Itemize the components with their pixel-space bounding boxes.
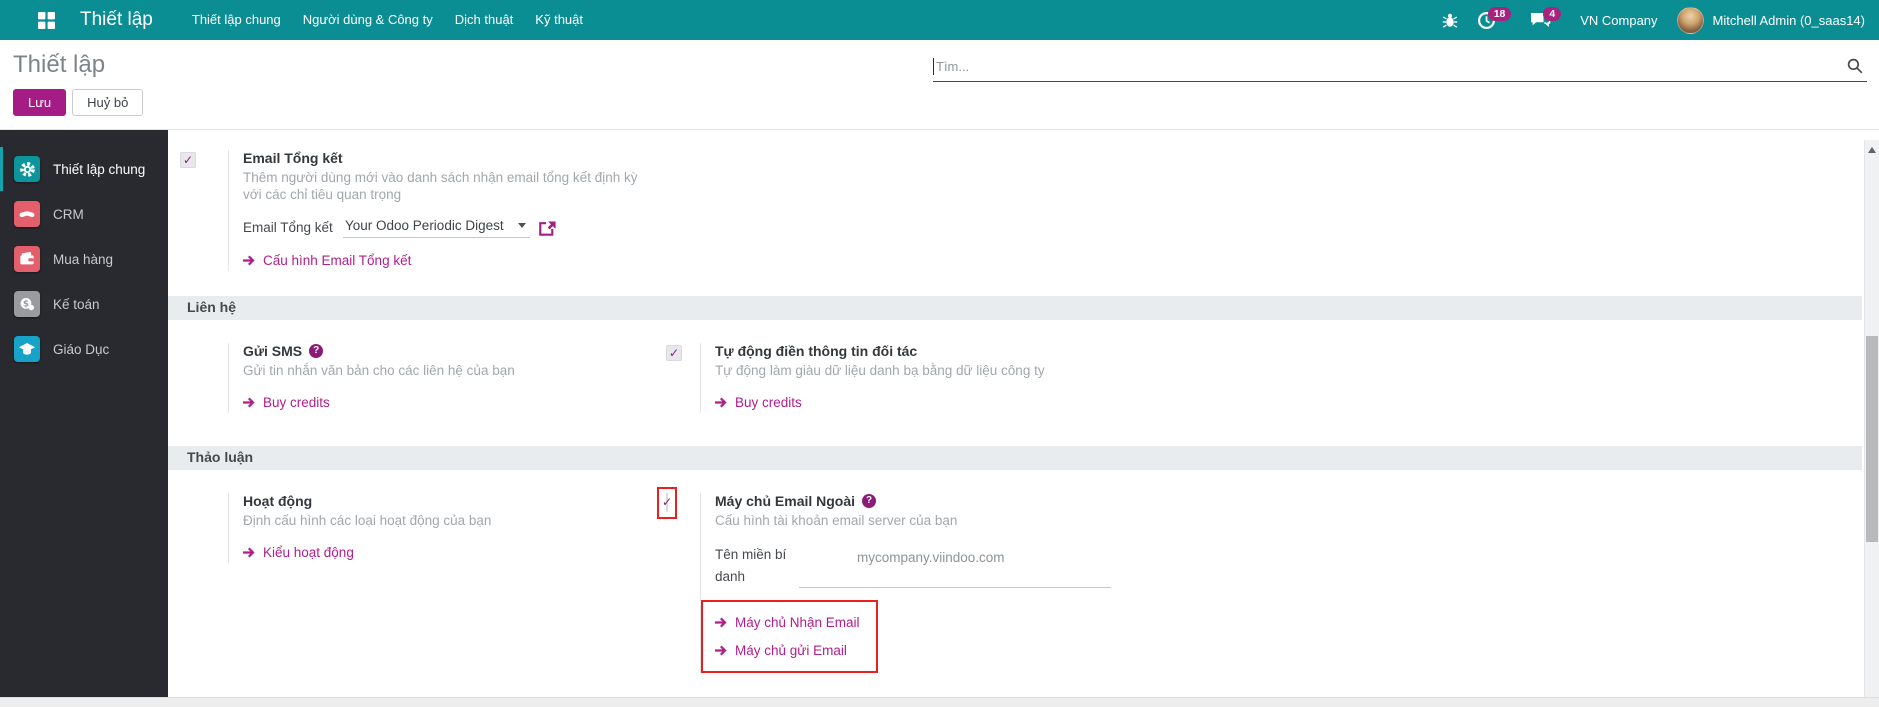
debug-bug-icon[interactable]	[1442, 12, 1458, 29]
user-avatar[interactable]	[1676, 6, 1704, 34]
setting-send-sms: Gửi SMS ? Gửi tin nhắn văn bản cho các l…	[180, 342, 666, 413]
apps-menu-icon[interactable]	[38, 11, 55, 29]
messages-badge: 4	[1543, 6, 1562, 22]
search-icon[interactable]	[1847, 58, 1863, 74]
setting-partner-autocomplete: Tự động điền thông tin đối tác Tự động l…	[666, 342, 1862, 413]
arrow-right-icon	[243, 397, 255, 408]
section-header-discuss: Thảo luận	[168, 445, 1862, 470]
wallet-icon	[14, 246, 40, 272]
arrow-right-icon	[715, 645, 727, 656]
chevron-down-icon	[517, 222, 526, 228]
company-switcher[interactable]: VN Company	[1580, 13, 1657, 28]
menu-general-settings[interactable]: Thiết lập chung	[181, 0, 292, 40]
setting-description: Thêm người dùng mới vào danh sách nhận e…	[243, 170, 638, 202]
help-icon[interactable]: ?	[862, 493, 877, 508]
menu-translation[interactable]: Dịch thuật	[444, 0, 525, 40]
alias-domain-input[interactable]: mycompany.viindoo.com	[799, 547, 1111, 589]
setting-title: Tự động điền thông tin đối tác	[715, 342, 918, 359]
control-panel: Thiết lập Lưu Huỷ bỏ	[0, 40, 1879, 130]
sidebar-item-label: Giáo Dục	[53, 341, 110, 357]
external-email-checkbox[interactable]	[666, 492, 668, 512]
sidebar-item-label: CRM	[53, 206, 84, 222]
top-navbar: Thiết lập Thiết lập chung Người dùng & C…	[0, 0, 1879, 40]
alias-domain-label: Tên miền bí danh	[715, 546, 787, 584]
digest-emails-checkbox[interactable]	[180, 152, 196, 168]
search-box	[933, 51, 1867, 82]
buy-credits-link[interactable]: Buy credits	[243, 395, 330, 410]
sidebar-item-education[interactable]: Giáo Dục	[0, 327, 168, 371]
partner-autocomplete-checkbox[interactable]	[666, 344, 682, 361]
handshake-icon	[14, 201, 40, 227]
help-icon[interactable]: ?	[309, 343, 324, 358]
discard-button[interactable]: Huỷ bỏ	[72, 89, 144, 116]
digest-field-label: Email Tổng kết	[243, 219, 333, 235]
buy-credits-link[interactable]: Buy credits	[715, 395, 802, 410]
menu-users-companies[interactable]: Người dùng & Công ty	[292, 0, 444, 40]
activities-button[interactable]: 18	[1477, 6, 1512, 30]
menu-technical[interactable]: Kỹ thuật	[524, 0, 594, 40]
arrow-right-icon	[715, 617, 727, 628]
section-header-contacts: Liên hệ	[168, 295, 1862, 320]
sidebar-item-general-settings[interactable]: Thiết lập chung	[0, 147, 168, 191]
settings-main: Thiết lập chung CRM Mua hàng $ Kế toán G…	[0, 130, 1879, 697]
vertical-scrollbar[interactable]	[1864, 140, 1879, 697]
setting-title: Máy chủ Email Ngoài	[715, 492, 856, 509]
digest-select[interactable]: Your Odoo Periodic Digest	[343, 218, 530, 238]
activity-types-link[interactable]: Kiểu hoạt động	[243, 545, 354, 560]
sidebar-item-label: Kế toán	[53, 296, 100, 312]
arrow-right-icon	[243, 255, 255, 266]
setting-title: Email Tổng kết	[243, 150, 343, 166]
incoming-mail-servers-link[interactable]: Máy chủ Nhận Email	[715, 615, 860, 630]
sidebar-item-label: Thiết lập chung	[53, 161, 146, 177]
setting-title: Hoạt động	[243, 492, 313, 509]
messages-button[interactable]: 4	[1530, 6, 1562, 29]
setting-description: Cấu hình tài khoản email server của bạn	[715, 512, 958, 528]
settings-sidebar: Thiết lập chung CRM Mua hàng $ Kế toán G…	[0, 130, 168, 697]
app-menu: Thiết lập chung Người dùng & Công ty Dịc…	[181, 0, 594, 40]
gear-icon	[14, 156, 40, 182]
sidebar-item-accounting[interactable]: $ Kế toán	[0, 282, 168, 326]
outgoing-mail-servers-link[interactable]: Máy chủ gửi Email	[715, 643, 860, 658]
setting-external-email-servers: Máy chủ Email Ngoài ? Cấu hình tài khoản…	[657, 486, 1862, 674]
sidebar-item-crm[interactable]: CRM	[0, 192, 168, 236]
bottom-strip	[0, 697, 1879, 707]
configure-digest-link[interactable]: Cấu hình Email Tổng kết	[243, 253, 411, 268]
setting-title: Gửi SMS	[243, 342, 303, 359]
app-title[interactable]: Thiết lập	[80, 9, 153, 31]
annotation-box: Máy chủ Nhận Email Máy chủ gửi Email	[701, 600, 878, 674]
form-buttons: Lưu Huỷ bỏ	[13, 89, 1879, 116]
sidebar-item-label: Mua hàng	[53, 251, 114, 267]
setting-digest-emails: Email Tổng kết Thêm người dùng mới vào d…	[180, 150, 1862, 271]
settings-content: Email Tổng kết Thêm người dùng mới vào d…	[168, 130, 1879, 697]
activities-badge: 18	[1487, 6, 1512, 22]
arrow-right-icon	[243, 547, 255, 557]
setting-description: Định cấu hình các loại hoạt động của bạn	[243, 512, 492, 528]
scrollbar-thumb[interactable]	[1866, 336, 1878, 542]
scroll-up-arrow-icon[interactable]	[1868, 147, 1876, 153]
save-button[interactable]: Lưu	[13, 89, 67, 116]
topbar-systray: 18 4 VN Company Mitchell Admin (0_saas14…	[1442, 6, 1865, 34]
setting-description: Tự động làm giàu dữ liệu danh bạ bằng dữ…	[715, 362, 1045, 378]
setting-activities: Hoạt động Định cấu hình các loại hoạt độ…	[180, 492, 666, 673]
annotation-box	[657, 486, 677, 519]
search-input[interactable]	[934, 58, 1847, 74]
coins-icon: $	[14, 291, 40, 317]
external-link-icon[interactable]	[538, 221, 556, 236]
svg-text:$: $	[23, 299, 29, 309]
graduation-cap-icon	[14, 336, 40, 362]
setting-description: Gửi tin nhắn văn bản cho các liên hệ của…	[243, 362, 515, 378]
user-menu[interactable]: Mitchell Admin (0_saas14)	[1713, 13, 1865, 28]
arrow-right-icon	[715, 397, 727, 408]
sidebar-item-purchase[interactable]: Mua hàng	[0, 237, 168, 281]
